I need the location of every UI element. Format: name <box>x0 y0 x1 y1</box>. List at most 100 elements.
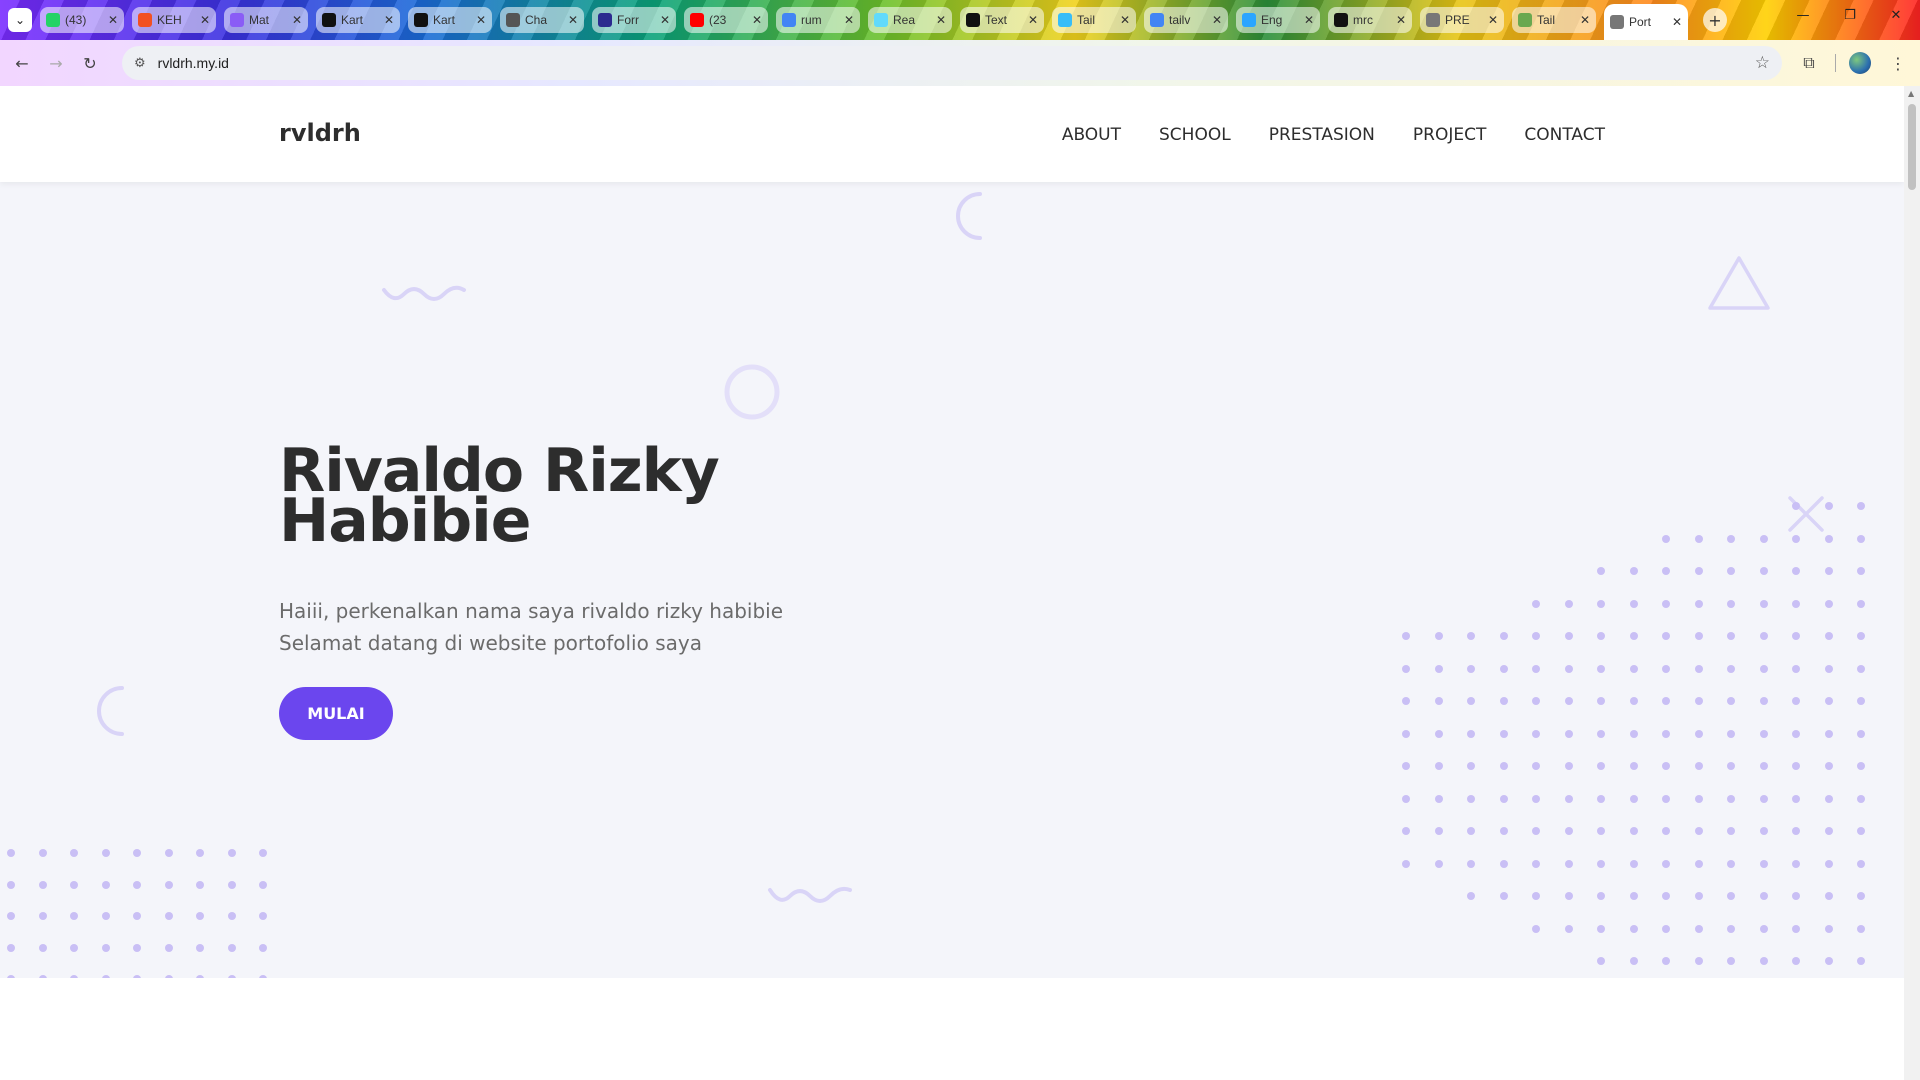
tab-close-icon[interactable]: ✕ <box>1028 13 1038 27</box>
extensions-icon[interactable]: ⧉ <box>1796 50 1822 76</box>
decor-dot <box>70 912 78 920</box>
decor-dot <box>1467 697 1475 705</box>
browser-tab[interactable]: KEH ✕ <box>132 7 216 33</box>
bookmark-star-icon[interactable]: ☆ <box>1755 53 1770 73</box>
browser-tab[interactable]: Tail ✕ <box>1512 7 1596 33</box>
tab-close-icon[interactable]: ✕ <box>568 13 578 27</box>
browser-tab[interactable]: Eng ✕ <box>1236 7 1320 33</box>
tab-close-icon[interactable]: ✕ <box>476 13 486 27</box>
tab-favicon-icon <box>506 13 520 27</box>
tab-close-icon[interactable]: ✕ <box>1304 13 1314 27</box>
browser-tab[interactable]: Mat ✕ <box>224 7 308 33</box>
decor-dot <box>1499 827 1508 835</box>
tab-close-icon[interactable]: ✕ <box>1580 13 1590 27</box>
tab-close-icon[interactable]: ✕ <box>1672 15 1682 29</box>
decor-dot <box>259 975 267 978</box>
browser-tab[interactable]: Text ✕ <box>960 7 1044 33</box>
profile-avatar[interactable] <box>1849 52 1871 74</box>
tab-close-icon[interactable]: ✕ <box>108 13 118 27</box>
menu-kebab-icon[interactable]: ⋮ <box>1885 50 1911 76</box>
decor-dot <box>1564 924 1573 933</box>
browser-tab[interactable]: Forr ✕ <box>592 7 676 33</box>
tab-close-icon[interactable]: ✕ <box>660 13 670 27</box>
decor-dot <box>1597 794 1605 803</box>
tab-search-button[interactable]: ⌄ <box>8 8 32 32</box>
decor-dot <box>1857 924 1865 933</box>
decor-dot <box>1597 924 1605 933</box>
tab-close-icon[interactable]: ✕ <box>1396 13 1406 27</box>
page-scrollbar[interactable]: ▲ <box>1904 86 1920 1080</box>
browser-tab[interactable]: tailv ✕ <box>1144 7 1228 33</box>
decor-dot <box>1759 892 1768 900</box>
cross-decoration <box>1788 496 1824 532</box>
decor-dot <box>1759 632 1768 640</box>
tab-title: Kart <box>341 13 364 27</box>
browser-tab[interactable]: (23 ✕ <box>684 7 768 33</box>
browser-tab[interactable]: (43) ✕ <box>40 7 124 33</box>
tab-close-icon[interactable]: ✕ <box>292 13 302 27</box>
tab-close-icon[interactable]: ✕ <box>200 13 210 27</box>
decor-dot <box>1532 762 1540 770</box>
decor-dot <box>1499 729 1508 738</box>
browser-tab[interactable]: rum ✕ <box>776 7 860 33</box>
reload-icon[interactable]: ↻ <box>77 50 103 76</box>
tab-title: rum <box>801 13 822 27</box>
decor-dot <box>1662 892 1670 900</box>
tab-close-icon[interactable]: ✕ <box>1212 13 1222 27</box>
new-tab-button[interactable]: + <box>1703 8 1727 32</box>
tab-close-icon[interactable]: ✕ <box>1488 13 1498 27</box>
nav-project[interactable]: PROJECT <box>1413 125 1486 145</box>
decor-dot <box>1694 567 1703 575</box>
decor-dot <box>1857 729 1865 738</box>
site-info-icon[interactable]: ⚙ <box>134 56 146 71</box>
circle-decoration <box>724 364 780 420</box>
tab-title: (23 <box>709 13 727 27</box>
browser-tab[interactable]: Kart ✕ <box>316 7 400 33</box>
browser-tab[interactable]: mrc ✕ <box>1328 7 1412 33</box>
back-icon[interactable]: ← <box>9 50 35 76</box>
forward-icon[interactable]: → <box>43 50 69 76</box>
tab-close-icon[interactable]: ✕ <box>936 13 946 27</box>
scroll-up-icon[interactable]: ▲ <box>1908 89 1914 98</box>
browser-tab[interactable]: Tail ✕ <box>1052 7 1136 33</box>
tab-favicon-icon <box>230 13 244 27</box>
decor-dot <box>1694 924 1703 933</box>
decor-dot <box>196 849 204 857</box>
nav-about[interactable]: ABOUT <box>1062 125 1121 145</box>
tab-title: Forr <box>617 13 639 27</box>
decor-dot <box>1467 729 1475 738</box>
scrollbar-thumb[interactable] <box>1908 104 1916 190</box>
decor-dot <box>1759 599 1768 608</box>
decor-dot <box>1792 827 1800 835</box>
close-window-button[interactable]: ✕ <box>1876 8 1916 23</box>
decor-dot <box>1792 762 1800 770</box>
tab-close-icon[interactable]: ✕ <box>752 13 762 27</box>
browser-tab[interactable]: Port ✕ <box>1604 4 1688 40</box>
browser-tab[interactable]: PRE ✕ <box>1420 7 1504 33</box>
browser-tab[interactable]: Cha ✕ <box>500 7 584 33</box>
tab-title: Mat <box>249 13 270 27</box>
tab-title: Rea <box>893 13 916 27</box>
minimize-button[interactable]: — <box>1783 8 1823 23</box>
nav-prestasion[interactable]: PRESTASION <box>1269 125 1375 145</box>
tab-close-icon[interactable]: ✕ <box>384 13 394 27</box>
decor-dot <box>101 880 110 889</box>
start-button[interactable]: MULAI <box>279 687 393 740</box>
decor-dot <box>1629 794 1638 803</box>
browser-tab[interactable]: Rea ✕ <box>868 7 952 33</box>
tab-close-icon[interactable]: ✕ <box>844 13 854 27</box>
decor-dot <box>1857 697 1865 705</box>
nav-contact[interactable]: CONTACT <box>1524 125 1605 145</box>
address-bar[interactable]: ⚙ rvldrh.my.id ☆ <box>122 46 1782 80</box>
restore-button[interactable]: ❐ <box>1830 8 1870 23</box>
decor-dot <box>1532 664 1540 673</box>
tab-close-icon[interactable]: ✕ <box>1120 13 1130 27</box>
tab-title: PRE <box>1445 13 1470 27</box>
decor-dot <box>1694 859 1703 868</box>
site-logo[interactable]: rvldrh <box>279 119 361 147</box>
address-url[interactable]: rvldrh.my.id <box>158 55 229 71</box>
decor-dot <box>1597 567 1605 575</box>
browser-tab[interactable]: Kart ✕ <box>408 7 492 33</box>
nav-school[interactable]: SCHOOL <box>1159 125 1231 145</box>
decor-dot <box>133 943 141 952</box>
